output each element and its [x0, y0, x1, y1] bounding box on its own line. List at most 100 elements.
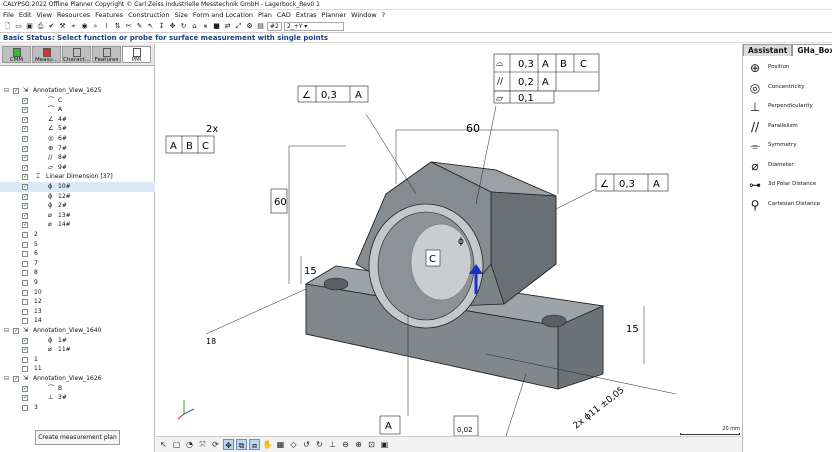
menu-form-and-location[interactable]: Form and Location	[193, 11, 253, 19]
align-icon[interactable]: ⇅	[113, 22, 122, 31]
characteristic-3d-polar-distance[interactable]: ⊶ 3d Polar Distance	[747, 177, 831, 195]
refresh2-icon[interactable]: ↻	[314, 439, 325, 450]
tab-assistant[interactable]: Assistant	[743, 44, 793, 56]
tree-row[interactable]: // 8#	[0, 153, 155, 163]
tree-row[interactable]: ⊟ ⇲ Annotation_View_1640	[0, 326, 155, 336]
characteristic-symmetry[interactable]: ⌯ Symmetry	[747, 138, 831, 156]
window-icon[interactable]: ▣	[379, 439, 390, 450]
tab-gha-box[interactable]: GHa_Box	[792, 44, 832, 56]
tree-checkbox[interactable]	[22, 289, 28, 296]
tree-row[interactable]: ⌀ 14#	[0, 220, 155, 230]
tree-checkbox[interactable]	[22, 105, 28, 115]
tree-row[interactable]: ∠ 5#	[0, 124, 155, 134]
tree-row[interactable]: ϕ 1#	[0, 336, 155, 345]
tree-checkbox[interactable]	[22, 241, 28, 248]
tree-row[interactable]: ϕ 10#	[0, 182, 155, 192]
menu-planner[interactable]: Planner	[321, 11, 346, 19]
tree-row[interactable]: 5	[0, 240, 155, 250]
expand-icon[interactable]: ⊟	[4, 326, 9, 336]
tree-checkbox[interactable]	[22, 182, 28, 192]
tree-row[interactable]: ◎ 6#	[0, 134, 155, 144]
tree-checkbox[interactable]	[22, 308, 28, 315]
tree-checkbox[interactable]	[22, 260, 28, 267]
tree-checkbox[interactable]	[22, 96, 28, 105]
tree-row[interactable]: 8	[0, 268, 155, 278]
scale-icon[interactable]: ⤢	[234, 22, 243, 31]
rotate-view-icon[interactable]: ⟳	[210, 439, 221, 450]
create-measurement-plan-button[interactable]: Create measurement plan	[35, 430, 120, 445]
menu-size[interactable]: Size	[174, 11, 187, 19]
view-icon[interactable]: ⧉	[236, 439, 247, 450]
check-icon[interactable]: ✔	[47, 22, 56, 31]
select-icon[interactable]: ↖	[158, 439, 169, 450]
menu-file[interactable]: File	[3, 11, 14, 19]
menu-view[interactable]: View	[36, 11, 51, 19]
tree-row[interactable]: ⌀ 13#	[0, 211, 155, 220]
tree-row[interactable]: 11	[0, 364, 155, 374]
tree-checkbox[interactable]	[22, 211, 28, 220]
search-icon[interactable]: ⌕	[91, 22, 100, 31]
tree-row[interactable]: ∠ 4#	[0, 115, 155, 124]
home-icon[interactable]: ⌂	[190, 22, 199, 31]
menu-plan[interactable]: Plan	[258, 11, 272, 19]
tree-checkbox[interactable]	[22, 345, 28, 355]
cube-icon[interactable]: ▢	[171, 439, 182, 450]
tree-checkbox[interactable]	[22, 336, 28, 345]
characteristic-perpendicularity[interactable]: ⊥ Perpendicularity	[747, 99, 831, 117]
tree-checkbox[interactable]	[22, 115, 28, 124]
tree-checkbox[interactable]	[13, 86, 19, 96]
tree-checkbox[interactable]	[13, 326, 19, 336]
hand-icon[interactable]: ✋	[262, 439, 273, 450]
measure-icon[interactable]: ⌖	[69, 22, 78, 31]
move-icon[interactable]: ✥	[168, 22, 177, 31]
menu-extras[interactable]: Extras	[296, 11, 317, 19]
tree-checkbox[interactable]	[22, 404, 28, 411]
tree-checkbox[interactable]	[22, 384, 28, 393]
gear-icon[interactable]: ⚙	[245, 22, 254, 31]
characteristic-parallelism[interactable]: // Parallelism	[747, 119, 831, 137]
tree-row[interactable]: 2	[0, 230, 155, 240]
tree-row[interactable]: 13	[0, 307, 155, 317]
tree-row[interactable]: ⊟ ⇲ Annotation_View_1625	[0, 86, 155, 96]
tree-checkbox[interactable]	[22, 163, 28, 172]
open-icon[interactable]: ▭	[14, 22, 23, 31]
cad-viewport[interactable]: 0,3 A B C 0,2 A 0,1 ⌓ // ▱ ∠ 0,3 A ∠ 0,3…	[156, 44, 742, 436]
new-icon[interactable]: 🗋	[3, 22, 12, 31]
tree-row[interactable]: ▱ 9#	[0, 163, 155, 172]
tree-row[interactable]: 10	[0, 288, 155, 298]
tab-features[interactable]: Features	[92, 46, 121, 63]
probe-icon[interactable]: ↧	[157, 22, 166, 31]
pan-icon[interactable]: ✥	[223, 439, 234, 450]
tree-row[interactable]: ⌀ 11#	[0, 345, 155, 355]
zoom-fit-icon[interactable]: ⤧	[197, 439, 208, 450]
chart-icon[interactable]: ▤	[256, 22, 265, 31]
tree-row[interactable]: 14	[0, 316, 155, 326]
tree-row[interactable]: ⊟ ⇲ Annotation_View_1626	[0, 374, 155, 384]
arc-icon[interactable]: ◔	[184, 439, 195, 450]
sel-view-icon[interactable]: ⧈	[249, 439, 260, 450]
tree-row[interactable]: 12	[0, 297, 155, 307]
tree-checkbox[interactable]	[22, 124, 28, 134]
tree-row[interactable]: 6	[0, 249, 155, 259]
edit-icon[interactable]: ✎	[135, 22, 144, 31]
pause-icon[interactable]: ⏸	[201, 22, 210, 31]
zoom-box-icon[interactable]: ⊡	[366, 439, 377, 450]
menu-window[interactable]: Window	[351, 11, 377, 19]
menu-cad[interactable]: CAD	[277, 11, 291, 19]
tab-measu[interactable]: Measu...	[32, 46, 61, 63]
characteristic-position[interactable]: ⊕ Position	[747, 60, 831, 78]
axis-icon[interactable]: ⊥	[327, 439, 338, 450]
tree-row[interactable]: 1	[0, 355, 155, 365]
rotate-icon[interactable]: ↻	[179, 22, 188, 31]
menu-resources[interactable]: Resources	[57, 11, 90, 19]
tree-checkbox[interactable]	[22, 192, 28, 201]
tree-checkbox[interactable]	[22, 393, 28, 403]
tree-row[interactable]: ⊕ 7#	[0, 144, 155, 153]
tree-row[interactable]: ⊟⌶Linear Dimension [37]	[0, 172, 155, 182]
print-icon[interactable]: ⎙	[36, 22, 45, 31]
menu-edit[interactable]: Edit	[19, 11, 32, 19]
tree-checkbox[interactable]	[22, 201, 28, 211]
tree-row[interactable]: ⊥ 3#	[0, 393, 155, 403]
tree-row[interactable]: ϕ 12#	[0, 192, 155, 201]
probe-select[interactable]: #2	[267, 21, 282, 31]
